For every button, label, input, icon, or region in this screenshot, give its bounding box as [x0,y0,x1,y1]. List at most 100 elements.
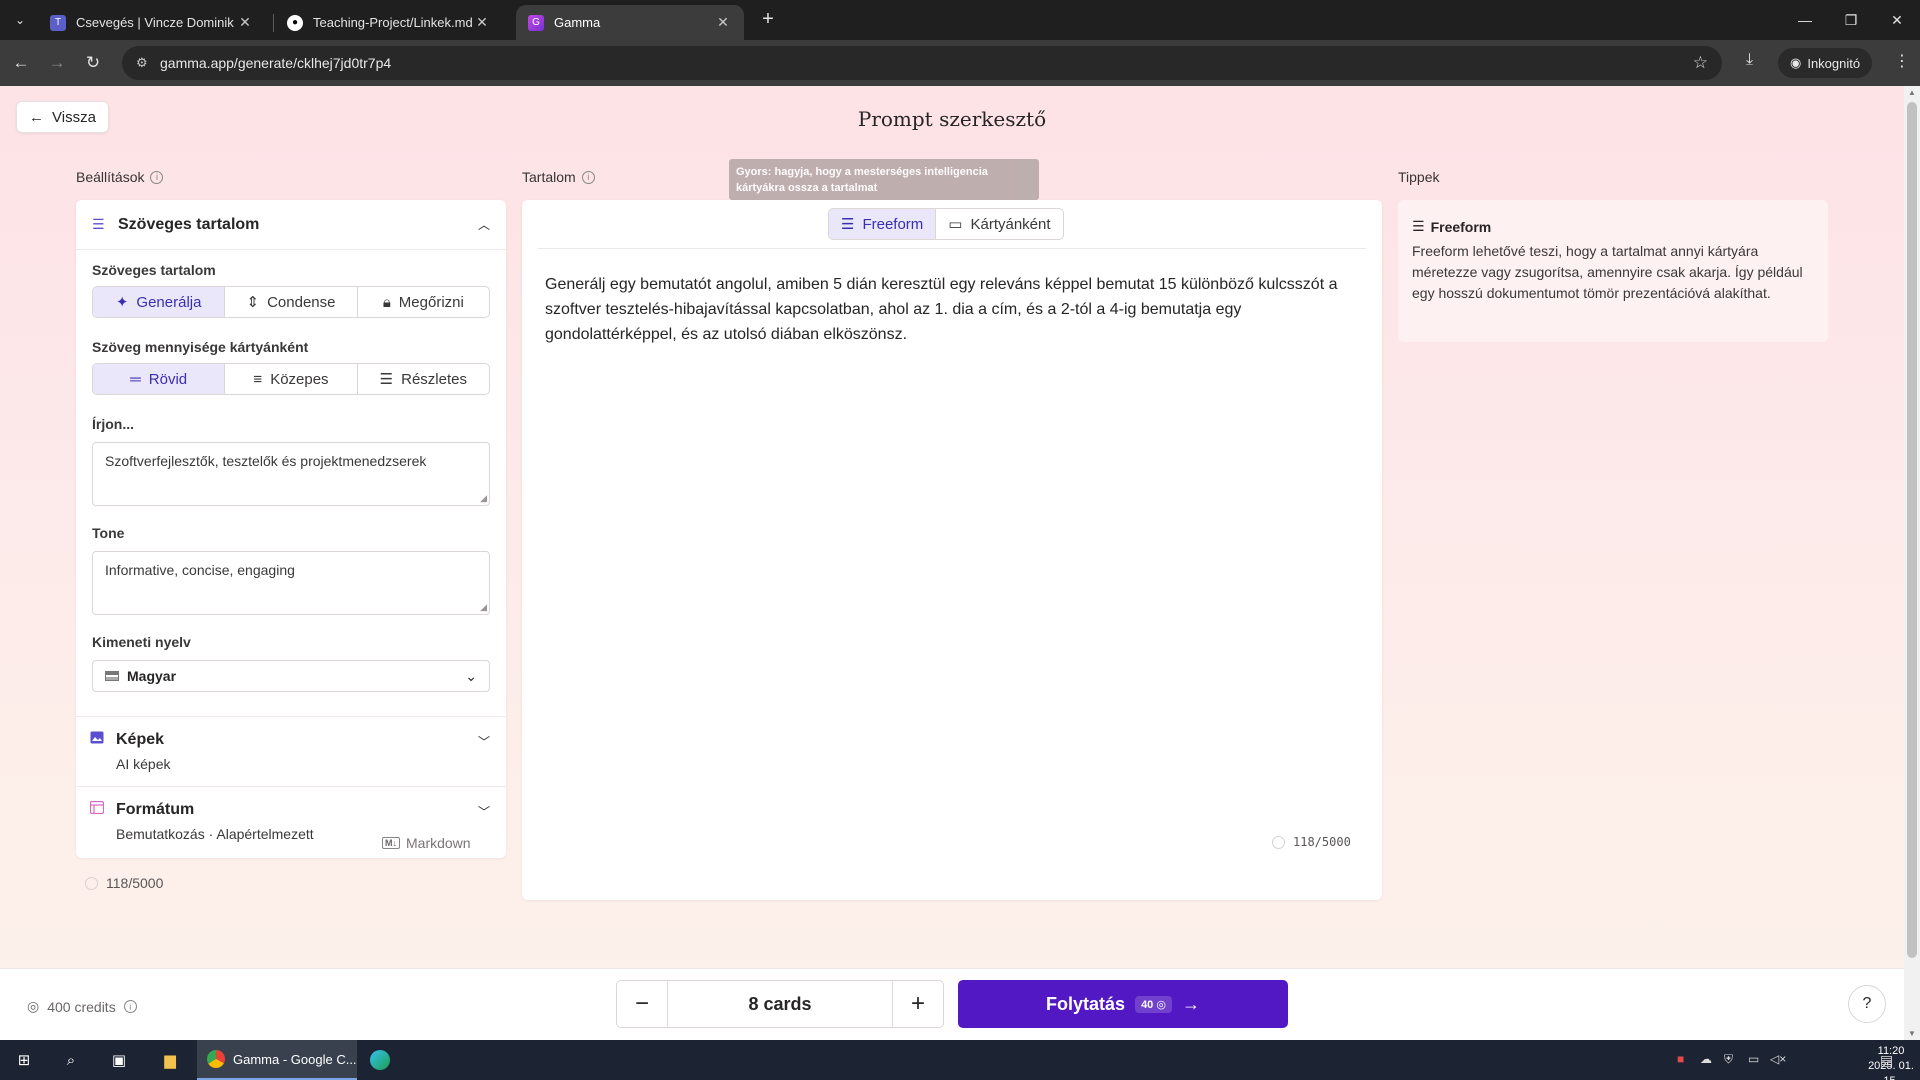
mode-tooltip: Gyors: hagyja, hogy a mesterséges intell… [729,159,1039,200]
resize-handle-icon[interactable]: ◢ [480,602,487,613]
info-icon[interactable]: i [150,170,164,184]
network-icon[interactable]: ▭ [1748,1052,1759,1066]
tab-search-icon[interactable]: ⌄ [6,6,34,34]
browser-menu-icon[interactable]: ⋮ [1894,51,1910,71]
prompt-editor[interactable]: Generálj egy bemutatót angolul, amiben 5… [545,272,1345,347]
char-count: 118/5000 [1293,835,1351,849]
mode-card-by-card[interactable]: ▭ Kártyánként [936,209,1062,239]
browser-tab[interactable]: ● Teaching-Project/Linkek.md at ✕ [275,5,503,40]
gamma-prompt-editor-page: ← Vissza Prompt szerkesztő Beállítások i… [0,86,1904,1040]
format-subtitle: Bemutatkozás · Alapértelmezett [116,826,314,842]
edge-icon[interactable] [368,1048,392,1072]
freeform-icon: ☰ [1412,218,1425,234]
option-medium[interactable]: ≡ Közepes [225,364,358,394]
restore-icon[interactable]: ❐ [1828,0,1874,40]
chevron-down-icon[interactable]: ﹀ [478,803,490,820]
close-window-icon[interactable]: ✕ [1874,0,1920,40]
cards-icon: ▭ [948,216,963,233]
increment-button[interactable]: + [893,981,943,1027]
tone-textarea[interactable]: Informative, concise, engaging ◢ [92,551,490,615]
browser-tab-strip: ⌄ T Csevegés | Vincze Dominik | Mi ✕ ● T… [0,0,1920,40]
task-view-icon[interactable]: ▣ [107,1048,131,1072]
tab-title: Gamma [554,15,601,30]
content-mode-toggle: ☰ Freeform ▭ Kártyánként [828,208,1064,240]
close-tab-icon[interactable]: ✕ [236,14,254,31]
scroll-up-icon[interactable]: ▲ [1904,88,1920,97]
option-label: Részletes [401,370,467,388]
browser-toolbar: ← → ↻ ⚙ gamma.app/generate/cklhej7jd0tr7… [0,40,1920,86]
tray-onedrive-icon[interactable]: ☁ [1700,1052,1712,1066]
arrow-right-icon: → [1181,993,1200,1014]
reload-icon[interactable]: ↻ [80,50,106,76]
option-condense[interactable]: ⇕ Condense [225,287,358,317]
language-label: Kimeneti nyelv [92,634,191,650]
volume-icon[interactable]: ◁× [1770,1052,1786,1066]
address-bar[interactable]: ⚙ gamma.app/generate/cklhej7jd0tr7p4 ☆ [122,46,1722,80]
close-tab-icon[interactable]: ✕ [473,14,491,31]
decrement-button[interactable]: − [617,981,667,1027]
browser-tab[interactable]: T Csevegés | Vincze Dominik | Mi ✕ [38,5,266,40]
resize-handle-icon[interactable]: ◢ [480,493,487,504]
tray-app-icon[interactable]: ■ [1677,1052,1684,1066]
help-button[interactable]: ? [1848,985,1886,1023]
audience-value: Szoftverfejlesztők, tesztelők és projekt… [105,453,427,469]
info-icon[interactable]: i [123,1000,137,1013]
back-arrow-icon[interactable]: ← [8,50,34,76]
tray-shield-icon[interactable]: ⛨ [1724,1052,1733,1067]
markdown-label: Markdown [406,835,471,851]
tips-column-label: Tippek [1398,169,1440,185]
continue-button[interactable]: Folytatás 40 ◎ → [958,980,1288,1028]
text-content-section-header[interactable]: ☰ Szöveges tartalom ︿ [76,200,506,250]
taskbar-chrome-window[interactable]: Gamma - Google C... [197,1040,357,1080]
browser-tab-active[interactable]: G Gamma ✕ [516,5,744,40]
forward-arrow-icon[interactable]: → [44,50,70,76]
option-label: Rövid [148,370,188,388]
divider [538,248,1366,249]
option-generate[interactable]: ✦ Generálja [93,287,226,317]
audience-textarea[interactable]: Szoftverfejlesztők, tesztelők és projekt… [92,442,490,506]
tips-panel: ☰ Freeform Freeform lehetővé teszi, hogy… [1398,200,1828,342]
url-text: gamma.app/generate/cklhej7jd0tr7p4 [160,55,392,71]
scrollbar-thumb[interactable] [1907,102,1917,958]
scroll-down-icon[interactable]: ▼ [1904,1029,1920,1038]
flag-icon [105,671,119,681]
close-tab-icon[interactable]: ✕ [714,14,732,31]
chevron-up-icon[interactable]: ︿ [478,216,490,233]
images-subtitle: AI képek [116,756,171,772]
notification-icon[interactable]: ▤ [1880,1052,1893,1069]
tone-label: Tone [92,525,125,541]
download-icon[interactable]: ⤓ [1746,51,1753,69]
page-scrollbar[interactable]: ▲ ▼ [1904,86,1920,1040]
windows-taskbar: ⊞ ⌕ ▣ ▆ Gamma - Google C... ■ ☁ ⛨ ▭ ◁× 1… [0,1040,1920,1080]
option-short[interactable]: ═ Rövid [93,364,226,394]
text-lines-icon: ☰ [92,216,105,232]
chevron-down-icon[interactable]: ﹀ [478,733,490,750]
option-detailed[interactable]: ☰ Részletes [358,364,489,394]
lock-icon: 🔒︎ [382,293,391,311]
tip-text: Freeform lehetővé teszi, hogy a tartalma… [1412,243,1803,301]
tone-value: Informative, concise, engaging [105,562,295,578]
incognito-badge[interactable]: ◉ Inkognitó [1778,48,1873,78]
minimize-icon[interactable]: — [1782,0,1828,40]
images-accordion[interactable]: Képek AI képek ﹀ [76,716,506,786]
char-count: 118/5000 [106,875,164,891]
settings-panel: ☰ Szöveges tartalom ︿ Szöveges tartalom … [76,200,506,858]
search-icon[interactable]: ⌕ [59,1048,83,1072]
language-select[interactable]: Magyar ⌄ [92,660,490,692]
tip-title-row: ☰ Freeform [1412,218,1814,235]
info-icon[interactable]: i [581,170,595,184]
chevron-down-icon: ⌄ [465,667,477,684]
text-content-label: Szöveges tartalom [92,262,216,278]
card-count-value[interactable]: 8 cards [667,981,893,1027]
content-char-counter: 118/5000 [1272,835,1351,849]
option-preserve[interactable]: 🔒︎ Megőrizni [358,287,489,317]
site-info-icon[interactable]: ⚙ [136,55,160,71]
windows-start-icon[interactable]: ⊞ [12,1048,36,1072]
bottom-action-bar: ◎ 400 credits i − 8 cards + Folytatás 40… [0,968,1904,1040]
new-tab-icon[interactable]: + [756,8,780,32]
bookmark-star-icon[interactable]: ☆ [1693,53,1708,73]
mode-freeform[interactable]: ☰ Freeform [829,209,937,239]
short-lines-icon: ═ [130,370,141,388]
file-explorer-icon[interactable]: ▆ [158,1048,182,1072]
credits-indicator: ◎ 400 credits i [27,998,137,1015]
